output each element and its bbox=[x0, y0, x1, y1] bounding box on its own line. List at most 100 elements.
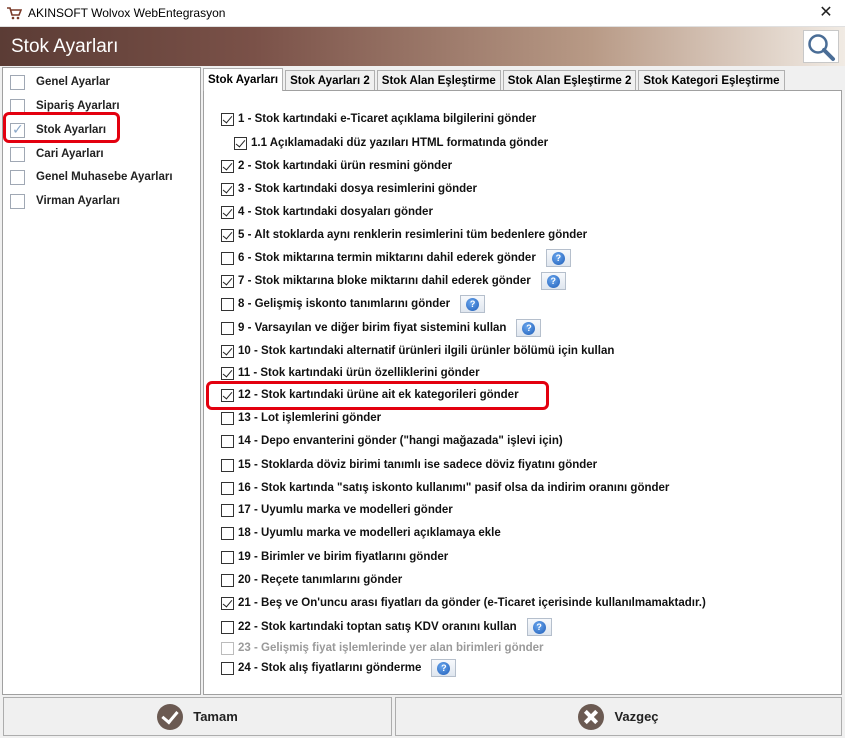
cancel-x-icon bbox=[578, 703, 605, 730]
tab-stok-ayarlari[interactable]: Stok Ayarları bbox=[203, 68, 284, 91]
help-button[interactable]: ? bbox=[460, 295, 486, 313]
option-row[interactable]: 14 - Depo envanterini gönder ("hangi mağ… bbox=[221, 432, 563, 450]
option-row[interactable]: 5 - Alt stoklarda aynı renklerin resimle… bbox=[221, 226, 587, 244]
option-label: 17 - Uyumlu marka ve modelleri gönder bbox=[238, 504, 453, 516]
option-label: 9 - Varsayılan ve diğer birim fiyat sist… bbox=[238, 322, 507, 334]
option-row[interactable]: 12 - Stok kartındaki ürüne ait ek katego… bbox=[221, 386, 519, 404]
sidebar-item-virman-ayarlari[interactable]: Virman Ayarları bbox=[10, 191, 120, 211]
sidebar-checkbox[interactable] bbox=[10, 193, 25, 209]
option-checkbox[interactable] bbox=[221, 550, 234, 564]
sidebar-checkbox[interactable] bbox=[10, 121, 25, 138]
option-row[interactable]: 19 - Birimler ve birim fiyatlarını gönde… bbox=[221, 548, 448, 566]
option-row[interactable]: 6 - Stok miktarına termin miktarını dahi… bbox=[221, 249, 571, 267]
help-button[interactable]: ? bbox=[516, 319, 542, 337]
option-row[interactable]: 18 - Uyumlu marka ve modelleri açıklamay… bbox=[221, 524, 501, 542]
option-label: 15 - Stoklarda döviz birimi tanımlı ise … bbox=[238, 459, 598, 471]
option-checkbox[interactable] bbox=[221, 182, 234, 196]
option-checkbox[interactable] bbox=[221, 596, 234, 610]
cancel-button[interactable]: Vazgeç bbox=[395, 697, 842, 736]
tab-stok-kategori-eslestirme[interactable]: Stok Kategori Eşleştirme bbox=[638, 70, 785, 91]
option-checkbox[interactable] bbox=[221, 251, 234, 265]
help-button[interactable]: ? bbox=[431, 659, 457, 677]
option-row[interactable]: 24 - Stok alış fiyatlarını gönderme ? bbox=[221, 659, 457, 677]
option-row[interactable]: 16 - Stok kartında "satış iskonto kullan… bbox=[221, 479, 669, 497]
sidebar-item-cari-ayarlari[interactable]: Cari Ayarları bbox=[10, 144, 104, 164]
option-label: 22 - Stok kartındaki toptan satış KDV or… bbox=[238, 621, 517, 633]
help-button[interactable]: ? bbox=[545, 249, 571, 267]
sidebar-checkbox[interactable] bbox=[10, 169, 25, 185]
option-row[interactable]: 21 - Beş ve On'uncu arası fiyatları da g… bbox=[221, 594, 706, 612]
help-icon: ? bbox=[437, 661, 451, 675]
help-icon: ? bbox=[522, 321, 536, 335]
sidebar-item-stok-ayarlari[interactable]: Stok Ayarları bbox=[10, 120, 106, 140]
ok-button[interactable]: Tamam bbox=[3, 697, 392, 736]
sidebar-checkbox[interactable] bbox=[10, 146, 25, 162]
option-checkbox[interactable] bbox=[221, 661, 234, 675]
option-row[interactable]: 7 - Stok miktarına bloke miktarını dahil… bbox=[221, 272, 566, 290]
option-row[interactable]: 11 - Stok kartındaki ürün özelliklerini … bbox=[221, 364, 480, 382]
option-checkbox[interactable] bbox=[221, 526, 234, 540]
option-row[interactable]: 4 - Stok kartındaki dosyaları gönder bbox=[221, 203, 433, 221]
help-button[interactable]: ? bbox=[540, 272, 566, 290]
help-icon: ? bbox=[546, 274, 560, 288]
tab-bar: Stok Ayarları Stok Ayarları 2 Stok Alan … bbox=[203, 68, 787, 91]
option-checkbox[interactable] bbox=[221, 458, 234, 472]
search-icon bbox=[808, 34, 835, 61]
option-label: 1.1 Açıklamadaki düz yazıları HTML forma… bbox=[251, 137, 549, 149]
option-label: 12 - Stok kartındaki ürüne ait ek katego… bbox=[238, 389, 519, 401]
option-row[interactable]: 3 - Stok kartındaki dosya resimlerini gö… bbox=[221, 180, 477, 198]
option-checkbox[interactable] bbox=[221, 434, 234, 448]
option-label: 16 - Stok kartında "satış iskonto kullan… bbox=[238, 482, 670, 494]
sidebar-checkbox[interactable] bbox=[10, 74, 25, 90]
option-checkbox[interactable] bbox=[221, 344, 234, 358]
option-checkbox[interactable] bbox=[234, 136, 247, 150]
option-row[interactable]: 9 - Varsayılan ve diğer birim fiyat sist… bbox=[221, 319, 542, 337]
option-checkbox[interactable] bbox=[221, 274, 234, 288]
option-row[interactable]: 1.1 Açıklamadaki düz yazıları HTML forma… bbox=[234, 134, 548, 152]
tab-stok-alan-eslestirme[interactable]: Stok Alan Eşleştirme bbox=[376, 70, 501, 91]
option-row[interactable]: 20 - Reçete tanımlarını gönder bbox=[221, 571, 402, 589]
tab-stok-alan-eslestirme-2[interactable]: Stok Alan Eşleştirme 2 bbox=[502, 70, 637, 91]
option-checkbox[interactable] bbox=[221, 411, 234, 425]
option-label: 18 - Uyumlu marka ve modelleri açıklamay… bbox=[238, 527, 501, 539]
option-label: 7 - Stok miktarına bloke miktarını dahil… bbox=[238, 275, 531, 287]
option-row[interactable]: 10 - Stok kartındaki alternatif ürünleri… bbox=[221, 342, 614, 360]
option-checkbox[interactable] bbox=[221, 503, 234, 517]
tab-stok-ayarlari-2[interactable]: Stok Ayarları 2 bbox=[285, 70, 375, 91]
option-checkbox[interactable] bbox=[221, 205, 234, 219]
option-checkbox[interactable] bbox=[221, 297, 234, 311]
option-checkbox[interactable] bbox=[221, 159, 234, 173]
sidebar-item-siparis-ayarlari[interactable]: Sipariş Ayarları bbox=[10, 96, 120, 116]
option-checkbox[interactable] bbox=[221, 321, 234, 335]
option-row[interactable]: 15 - Stoklarda döviz birimi tanımlı ise … bbox=[221, 456, 597, 474]
option-label: 1 - Stok kartındaki e-Ticaret açıklama b… bbox=[238, 113, 537, 125]
settings-category-list: Genel Ayarlar Sipariş Ayarları Stok Ayar… bbox=[2, 67, 201, 695]
option-checkbox[interactable] bbox=[221, 388, 234, 402]
sidebar-checkbox[interactable] bbox=[10, 98, 25, 114]
option-row[interactable]: 2 - Stok kartındaki ürün resmini gönder bbox=[221, 157, 452, 175]
help-icon: ? bbox=[551, 251, 565, 265]
sidebar-item-genel-ayarlar[interactable]: Genel Ayarlar bbox=[10, 72, 110, 92]
sidebar-item-genel-muhasebe-ayarlari[interactable]: Genel Muhasebe Ayarları bbox=[10, 167, 173, 187]
option-checkbox[interactable] bbox=[221, 620, 234, 634]
sidebar-item-label: Sipariş Ayarları bbox=[36, 100, 120, 112]
page-header: Stok Ayarları bbox=[0, 27, 845, 66]
ok-button-label: Tamam bbox=[193, 709, 238, 724]
option-checkbox[interactable] bbox=[221, 481, 234, 495]
option-label: 6 - Stok miktarına termin miktarını dahi… bbox=[238, 252, 536, 264]
option-checkbox[interactable] bbox=[221, 112, 234, 126]
option-row[interactable]: 17 - Uyumlu marka ve modelleri gönder bbox=[221, 501, 453, 519]
option-row[interactable]: 1 - Stok kartındaki e-Ticaret açıklama b… bbox=[221, 110, 536, 128]
option-row[interactable]: 22 - Stok kartındaki toptan satış KDV or… bbox=[221, 618, 552, 636]
option-label: 21 - Beş ve On'uncu arası fiyatları da g… bbox=[238, 597, 706, 609]
option-row[interactable]: 8 - Gelişmiş iskonto tanımlarını gönder … bbox=[221, 295, 486, 313]
option-checkbox[interactable] bbox=[221, 573, 234, 587]
sidebar-item-label: Genel Ayarlar bbox=[36, 76, 110, 88]
help-button[interactable]: ? bbox=[526, 618, 552, 636]
search-button[interactable] bbox=[803, 30, 839, 63]
options-panel: 1 - Stok kartındaki e-Ticaret açıklama b… bbox=[203, 90, 842, 695]
window-close-button[interactable]: ✕ bbox=[815, 3, 837, 23]
option-checkbox[interactable] bbox=[221, 228, 234, 242]
option-checkbox[interactable] bbox=[221, 366, 234, 380]
option-row[interactable]: 13 - Lot işlemlerini gönder bbox=[221, 409, 381, 427]
